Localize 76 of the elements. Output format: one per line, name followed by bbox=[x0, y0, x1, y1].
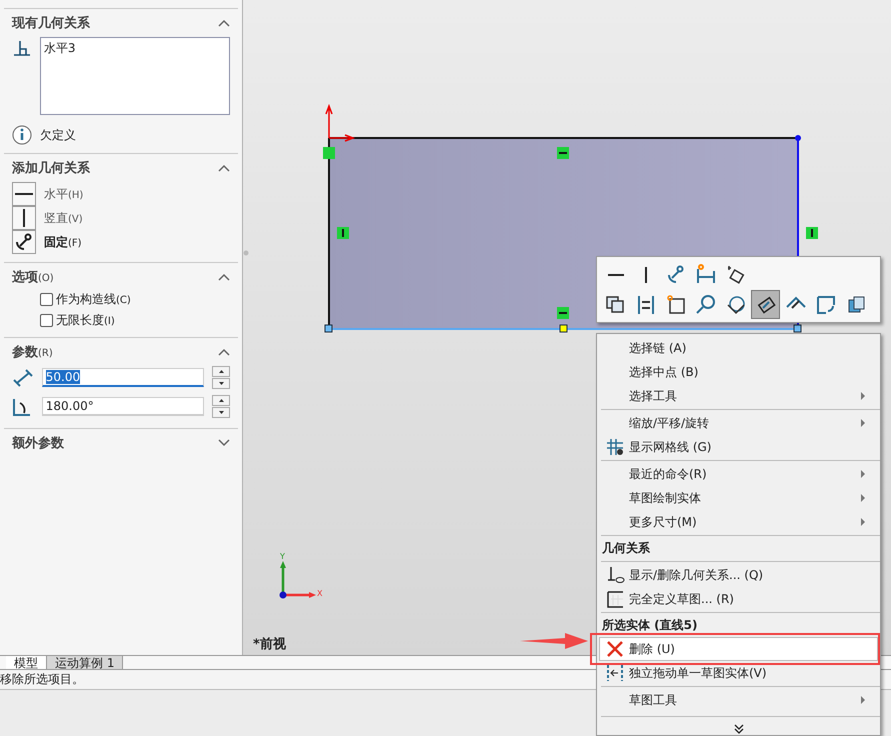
relations-list[interactable]: 水平3 bbox=[40, 37, 230, 115]
length-icon bbox=[12, 368, 34, 388]
checkbox[interactable] bbox=[40, 314, 53, 327]
section-title: 现有几何关系 bbox=[12, 14, 90, 32]
tag-button[interactable] bbox=[751, 290, 780, 319]
horizontal-relation-button[interactable] bbox=[12, 182, 36, 206]
checkbox-label: 无限长度(I) bbox=[56, 312, 115, 329]
caret-down-icon bbox=[218, 382, 224, 385]
sketch-grid-icon bbox=[604, 589, 624, 609]
menu-item[interactable]: 缩放/平移/旋转 bbox=[599, 411, 878, 435]
menu-item[interactable]: 选择链 (A) bbox=[599, 336, 878, 360]
vertical-line-icon bbox=[644, 266, 646, 282]
horizontal-line-icon bbox=[15, 192, 33, 196]
caret-down-icon bbox=[218, 411, 224, 414]
bottom-tab[interactable]: 模型 bbox=[6, 656, 47, 669]
horizontal-relation-icon bbox=[557, 307, 569, 319]
menu-section-header: 几何关系 bbox=[601, 540, 651, 557]
delete-icon bbox=[606, 640, 624, 658]
vertical-relation-button[interactable] bbox=[12, 206, 36, 230]
expand-menu-icon[interactable] bbox=[734, 724, 744, 734]
relation-item[interactable]: 水平3 bbox=[44, 40, 226, 57]
anchor-icon bbox=[15, 233, 33, 251]
number-field[interactable]: 50.00 bbox=[42, 368, 204, 387]
caret-up-icon bbox=[218, 399, 224, 402]
menu-item[interactable]: 更多尺寸(M) bbox=[599, 510, 878, 534]
relation-label[interactable]: 竖直(V) bbox=[44, 210, 83, 226]
menu-item[interactable]: 草图绘制实体 bbox=[599, 486, 878, 510]
menu-item[interactable]: 显示网格线 (G) bbox=[599, 435, 878, 459]
horizontal-relation-icon bbox=[557, 147, 569, 159]
number-field[interactable]: 180.00° bbox=[42, 397, 204, 416]
menu-item[interactable]: 显示/删除几何关系... (Q) bbox=[599, 563, 878, 587]
menu-item[interactable]: 完全定义草图... (R) bbox=[599, 587, 878, 611]
menu-item[interactable]: 最近的命令(R) bbox=[599, 462, 878, 486]
status-text: 欠定义 bbox=[40, 126, 76, 144]
endpoint-handle[interactable] bbox=[794, 324, 802, 332]
view-label: *前视 bbox=[253, 636, 286, 653]
drag-icon bbox=[604, 663, 624, 683]
zoom-icon bbox=[694, 292, 718, 316]
bottom-tab[interactable]: 运动算例 1 bbox=[47, 656, 124, 669]
axis-triad-drawing bbox=[280, 561, 316, 598]
vertical-relation-icon bbox=[337, 227, 349, 239]
relation-label[interactable]: 水平(H) bbox=[44, 186, 84, 202]
checkbox[interactable] bbox=[40, 293, 53, 306]
midpoint-handle[interactable] bbox=[560, 324, 568, 332]
menu-section-header: 所选实体 (直线5) bbox=[601, 617, 698, 634]
spin-up-button[interactable] bbox=[212, 366, 230, 377]
info-icon bbox=[12, 125, 32, 145]
spin-down-button[interactable] bbox=[212, 378, 230, 389]
section-title: 选项(O) bbox=[12, 269, 54, 286]
axis-label: Y bbox=[280, 552, 285, 561]
menu-item[interactable]: 选择中点 (B) bbox=[599, 360, 878, 384]
collapse-icon[interactable] bbox=[218, 273, 230, 281]
spin-up-button[interactable] bbox=[212, 395, 230, 406]
expand-icon[interactable] bbox=[218, 439, 230, 447]
fix-relation-button[interactable] bbox=[12, 230, 36, 254]
collapse-icon[interactable] bbox=[218, 19, 230, 27]
menu-item[interactable]: 选择工具 bbox=[599, 384, 878, 408]
relation-label[interactable]: 固定(F) bbox=[44, 234, 82, 250]
menu-item[interactable]: 草图工具 bbox=[599, 688, 878, 712]
fix-relation-icon bbox=[323, 147, 335, 159]
section-title: 额外参数 bbox=[12, 434, 64, 452]
axis-label: X bbox=[317, 589, 322, 598]
collapse-icon[interactable] bbox=[218, 164, 230, 172]
panel-splitter-handle[interactable] bbox=[243, 250, 249, 256]
origin-arrows-icon bbox=[325, 104, 356, 142]
grid-icon bbox=[604, 437, 624, 457]
endpoint-handle[interactable] bbox=[324, 324, 332, 332]
horizontal-line-icon bbox=[608, 274, 624, 276]
checkbox-label: 作为构造线(C) bbox=[56, 291, 131, 308]
section-title: 参数(R) bbox=[12, 344, 53, 361]
collapse-icon[interactable] bbox=[218, 348, 230, 356]
section-title: 添加几何关系 bbox=[12, 160, 90, 177]
spin-down-button[interactable] bbox=[212, 407, 230, 418]
vertical-relation-icon bbox=[806, 227, 818, 239]
caret-up-icon bbox=[218, 370, 224, 373]
vertical-line-icon bbox=[22, 209, 26, 227]
